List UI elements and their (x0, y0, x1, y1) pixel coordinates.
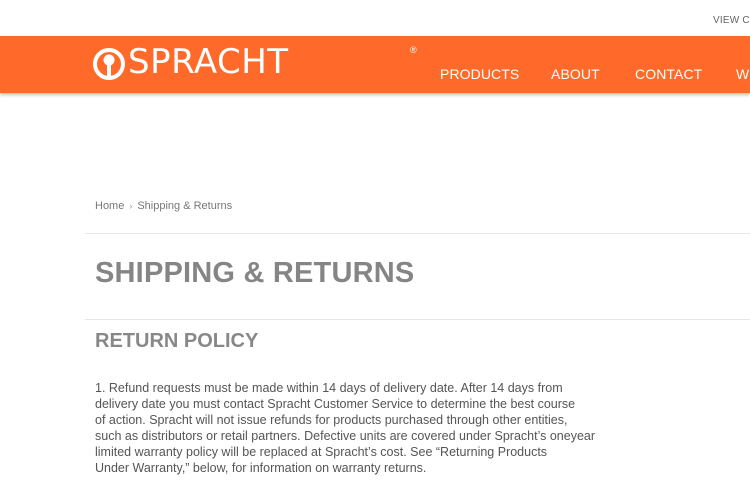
paragraph-line: Under Warranty,” below, for information … (95, 461, 427, 475)
main-nav: PRODUCTS ABOUT CONTACT W (0, 66, 750, 82)
title-divider (85, 319, 750, 320)
page-title: SHIPPING & RETURNS (95, 257, 415, 289)
breadcrumb-current: Shipping & Returns (137, 200, 233, 212)
top-utility-bar: VIEW CA (0, 0, 750, 36)
breadcrumb-separator-icon: › (129, 201, 133, 211)
nav-item-contact[interactable]: CONTACT (635, 66, 702, 82)
paragraph-line: of action. Spracht will not issue refund… (95, 413, 568, 427)
section-title-return-policy: RETURN POLICY (95, 330, 259, 352)
nav-item-about[interactable]: ABOUT (551, 66, 600, 82)
nav-item-products[interactable]: PRODUCTS (440, 66, 519, 82)
return-policy-paragraph: 1. Refund requests must be made within 1… (95, 380, 630, 476)
paragraph-line: delivery date you must contact Spracht C… (95, 397, 576, 411)
registered-mark: ® (410, 45, 417, 55)
paragraph-line: such as distributors or retail partners.… (95, 429, 596, 443)
paragraph-line: 1. Refund requests must be made within 1… (95, 381, 563, 395)
breadcrumb-home-link[interactable]: Home (95, 200, 124, 212)
paragraph-line: limited warranty policy will be replaced… (95, 445, 548, 459)
site-header: SPRACHT ® (0, 36, 750, 93)
breadcrumb: Home › Shipping & Returns (95, 200, 232, 212)
nav-item-truncated[interactable]: W (736, 66, 749, 82)
breadcrumb-divider (85, 233, 750, 234)
view-cart-link[interactable]: VIEW CA (713, 15, 750, 26)
